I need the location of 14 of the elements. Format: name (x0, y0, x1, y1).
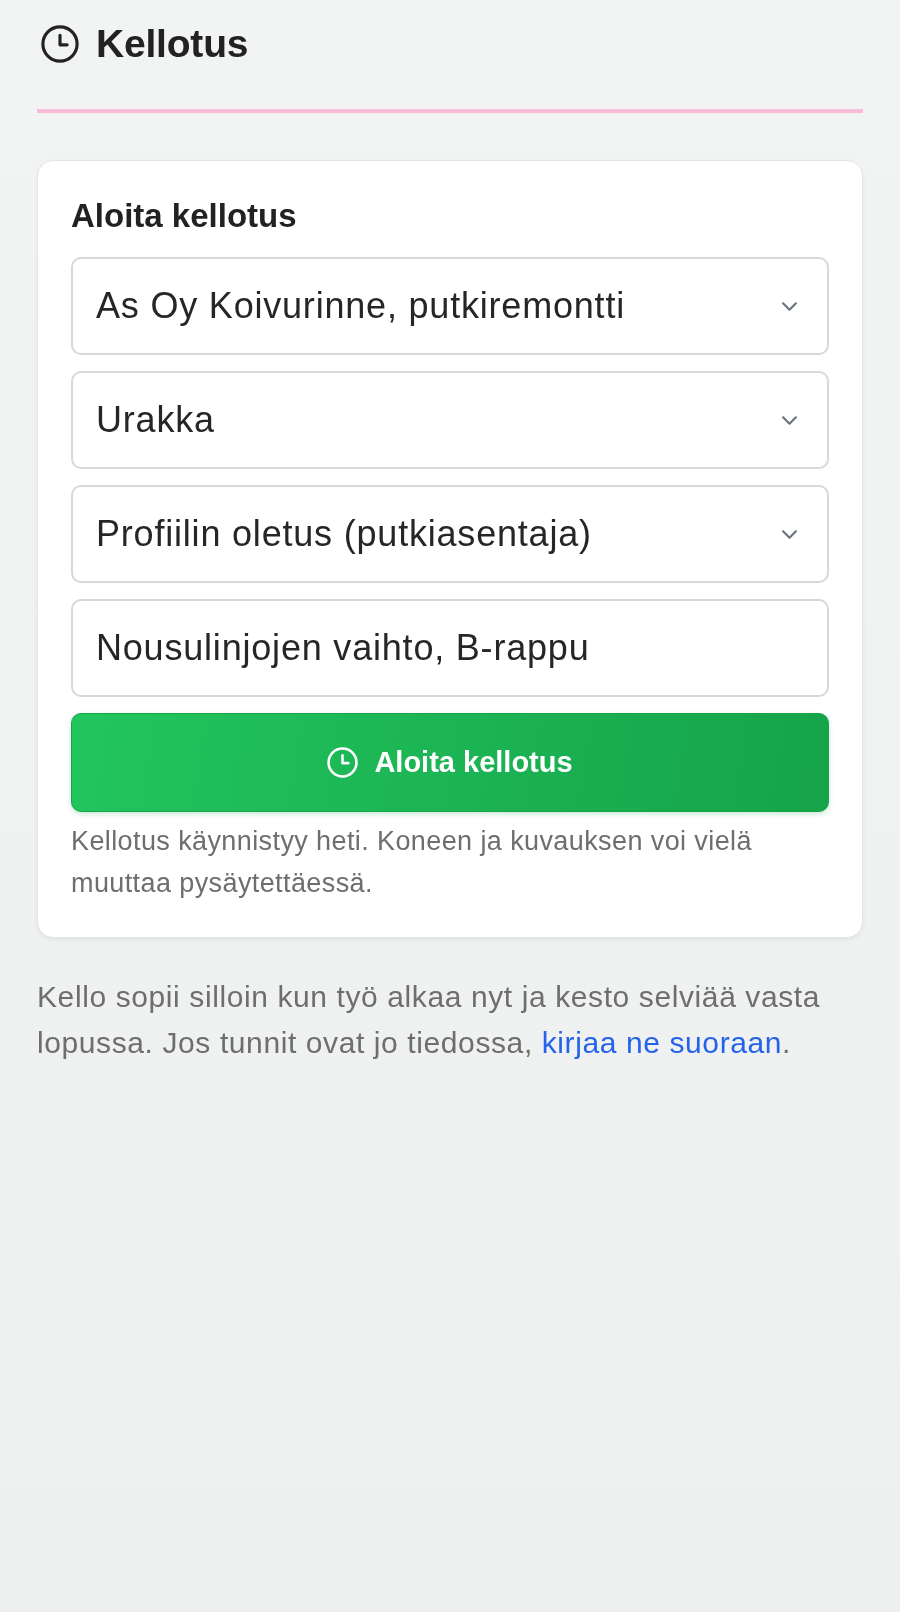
card-heading: Aloita kellotus (71, 196, 298, 236)
page-title: Kellotus (96, 21, 249, 67)
dropdown[interactable]: Urakka (71, 371, 829, 469)
direct-entry-link[interactable]: kirjaa ne suoraan (541, 1026, 783, 1059)
dropdown[interactable]: Profiilin oletus (putkiasentaja) (71, 485, 829, 583)
info-text: Kello sopii silloin kun työ alkaa nyt ja kesto selviää vasta lopussa. Jos tunnit ovat jo tiedossa, kirjaa ne suoraan. (37, 979, 822, 1061)
clock-icon (41, 25, 79, 63)
dropdown[interactable]: As Oy Koivurinne, putkiremontti (71, 257, 829, 355)
chevron-down-icon (782, 301, 797, 311)
clock-icon (327, 747, 359, 778)
hint-text: Kellotus käynnistyy heti. Koneen ja kuvauksen voi vielä muuttaa pysäytettäessä. (71, 825, 753, 900)
chevron-down-icon (782, 529, 797, 539)
chevron-down-icon (782, 415, 797, 425)
text-field[interactable]: Nousulinjojen vaihto, B-rappu (71, 599, 829, 697)
